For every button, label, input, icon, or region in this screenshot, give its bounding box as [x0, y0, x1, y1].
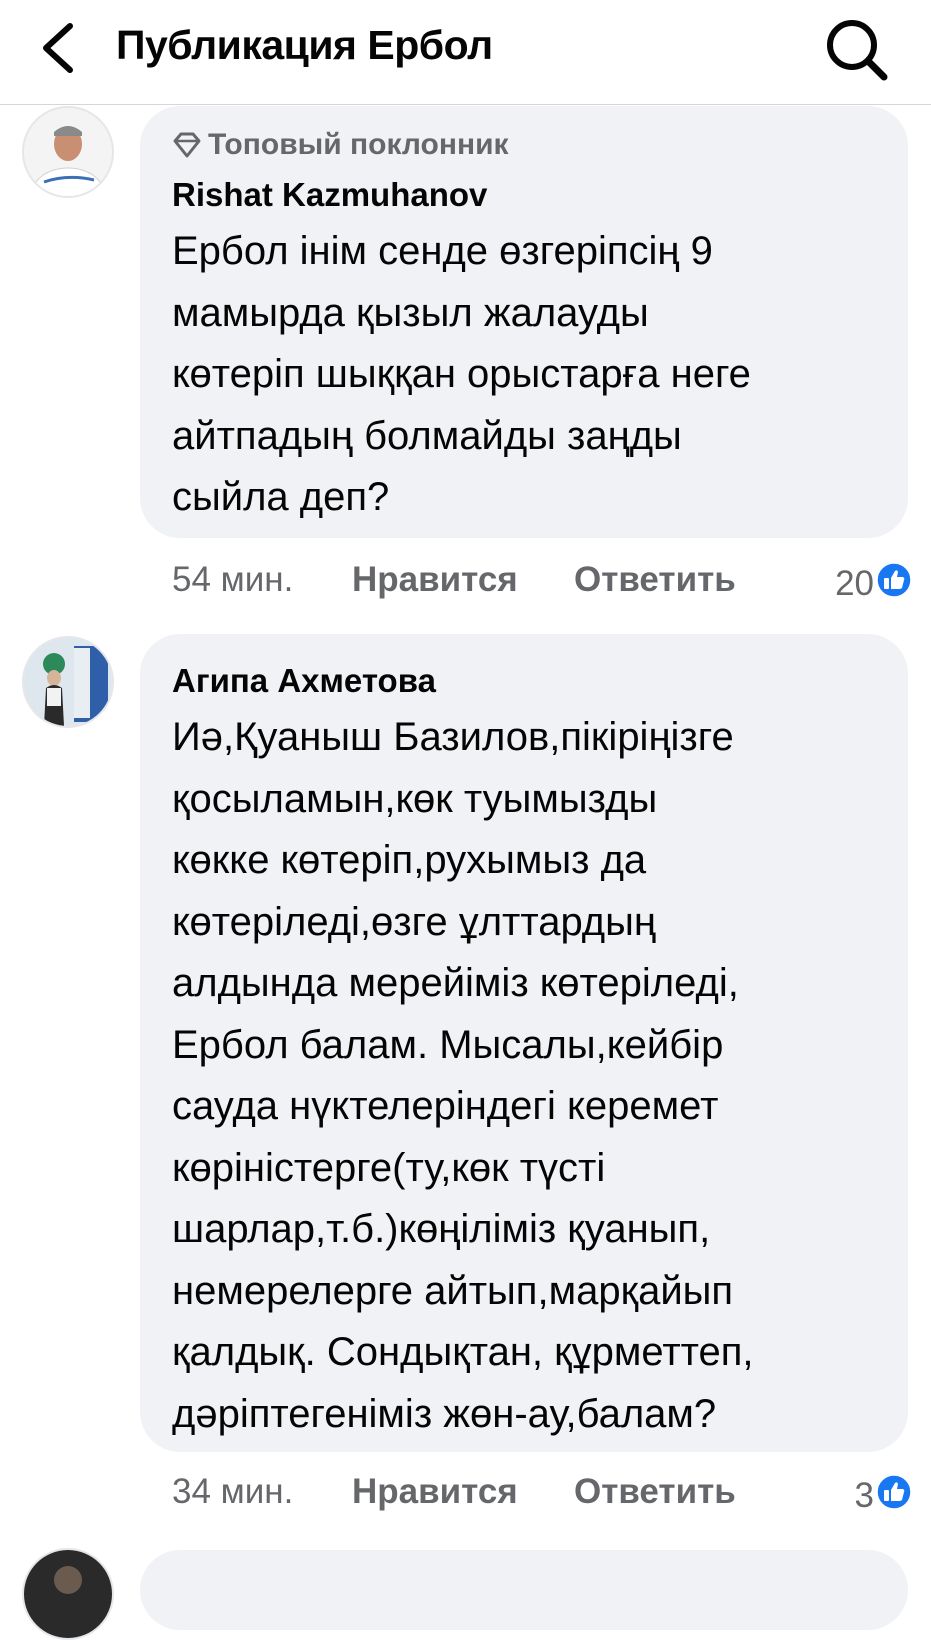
- top-fan-badge: Топовый поклонник: [170, 128, 509, 162]
- comment-text: Иә,Қуаныш Базилов,пікіріңізге қосыламын,…: [172, 715, 754, 1436]
- badge-label: Топовый поклонник: [208, 128, 509, 161]
- reaction-count[interactable]: 3: [855, 1476, 874, 1516]
- like-button[interactable]: Нравится: [352, 560, 518, 600]
- comment-item-partial: [0, 1548, 931, 1640]
- comment-bubble: [140, 1550, 908, 1630]
- diamond-icon: [173, 132, 201, 158]
- back-arrow-icon[interactable]: [34, 18, 86, 78]
- search-icon[interactable]: [822, 14, 892, 84]
- comment-time[interactable]: 54 мин.: [172, 560, 293, 600]
- like-reaction-icon[interactable]: [876, 1474, 912, 1510]
- comment-item: Агипа Ахметова Иә,Қуаныш Базилов,пікірің…: [0, 634, 931, 1534]
- comment-author[interactable]: Агипа Ахметова: [172, 662, 436, 700]
- avatar[interactable]: [22, 636, 114, 728]
- reply-button[interactable]: Ответить: [574, 1472, 736, 1512]
- avatar[interactable]: [22, 106, 114, 198]
- like-reaction-icon[interactable]: [876, 562, 912, 598]
- reply-button[interactable]: Ответить: [574, 560, 736, 600]
- comment-item: Топовый поклонник Rishat Kazmuhanov Ербо…: [0, 104, 931, 624]
- avatar[interactable]: [22, 1548, 114, 1640]
- comment-author[interactable]: Rishat Kazmuhanov: [172, 176, 487, 214]
- comment-actions: 54 мин. Нравится Ответить 20: [172, 560, 912, 610]
- comment-text: Ербол інім сенде өзгеріпсің 9 мамырда қы…: [172, 229, 751, 519]
- comment-time[interactable]: 34 мин.: [172, 1472, 293, 1512]
- comment-bubble: Топовый поклонник Rishat Kazmuhanov Ербо…: [140, 106, 908, 538]
- comment-bubble: Агипа Ахметова Иә,Қуаныш Базилов,пікірің…: [140, 634, 908, 1452]
- like-button[interactable]: Нравится: [352, 1472, 518, 1512]
- comment-actions: 34 мин. Нравится Ответить 3: [172, 1472, 912, 1522]
- page-title: Публикация Ербол: [116, 22, 493, 68]
- reaction-count[interactable]: 20: [835, 564, 874, 604]
- top-bar: Публикация Ербол: [0, 0, 931, 105]
